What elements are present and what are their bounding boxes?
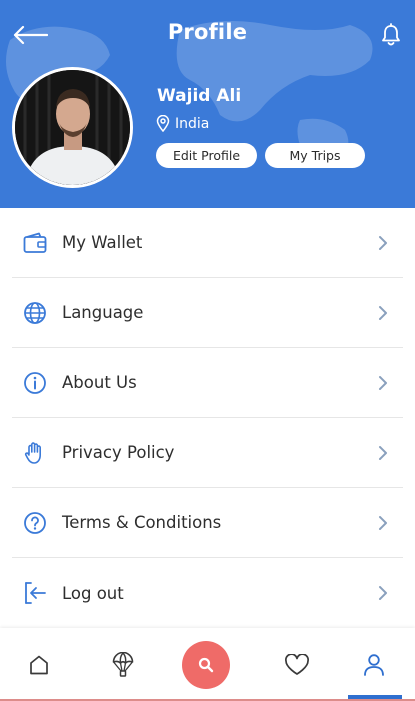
notifications-button[interactable] — [376, 20, 406, 50]
nav-favorites-button[interactable] — [267, 628, 327, 701]
menu-item-label: About Us — [62, 373, 137, 392]
profile-header: Profile Wajid Ali India Edit Profile My … — [0, 0, 415, 208]
menu-item-terms-conditions[interactable]: Terms & Conditions — [12, 488, 403, 558]
user-icon — [364, 653, 384, 676]
chevron-right-icon — [375, 585, 391, 601]
question-icon — [22, 510, 48, 536]
menu-item-label: Privacy Policy — [62, 443, 175, 462]
back-button[interactable] — [10, 20, 50, 50]
chevron-right-icon — [375, 515, 391, 531]
profile-menu: My Wallet Language About Us Privacy Poli… — [0, 208, 415, 628]
search-icon — [198, 657, 214, 672]
heart-icon — [285, 653, 309, 675]
bottom-navigation — [0, 628, 415, 701]
profile-photo — [15, 70, 130, 185]
edit-profile-button[interactable]: Edit Profile — [156, 143, 257, 168]
nav-trips-button[interactable] — [93, 628, 153, 701]
location-label: India — [175, 115, 210, 132]
chevron-right-icon — [375, 445, 391, 461]
menu-item-about-us[interactable]: About Us — [12, 348, 403, 418]
bell-icon — [382, 23, 400, 46]
nav-home-button[interactable] — [9, 628, 69, 701]
menu-item-label: Log out — [62, 583, 124, 603]
chevron-right-icon — [375, 375, 391, 391]
balloon-icon — [112, 651, 134, 677]
home-icon — [30, 655, 48, 674]
menu-item-language[interactable]: Language — [12, 278, 403, 348]
nav-profile-button[interactable] — [344, 628, 404, 701]
chevron-right-icon — [375, 235, 391, 251]
arrow-left-icon — [13, 25, 48, 45]
my-trips-button[interactable]: My Trips — [265, 143, 365, 168]
info-icon — [22, 370, 48, 396]
nav-search-button[interactable] — [176, 628, 236, 701]
search-button-circle — [182, 640, 230, 689]
menu-item-privacy-policy[interactable]: Privacy Policy — [12, 418, 403, 488]
user-location: India — [156, 115, 209, 132]
wallet-icon — [22, 230, 48, 256]
chevron-right-icon — [375, 305, 391, 321]
menu-item-my-wallet[interactable]: My Wallet — [12, 208, 403, 278]
menu-item-label: My Wallet — [62, 233, 143, 252]
user-name: Wajid Ali — [157, 86, 242, 106]
avatar[interactable] — [12, 67, 133, 188]
location-pin-icon — [156, 115, 170, 132]
logout-icon — [22, 580, 48, 606]
hand-icon — [22, 440, 48, 466]
menu-item-label: Terms & Conditions — [62, 513, 222, 532]
menu-item-label: Language — [62, 303, 144, 322]
menu-item-log-out[interactable]: Log out — [12, 558, 403, 628]
globe-icon — [22, 300, 48, 326]
